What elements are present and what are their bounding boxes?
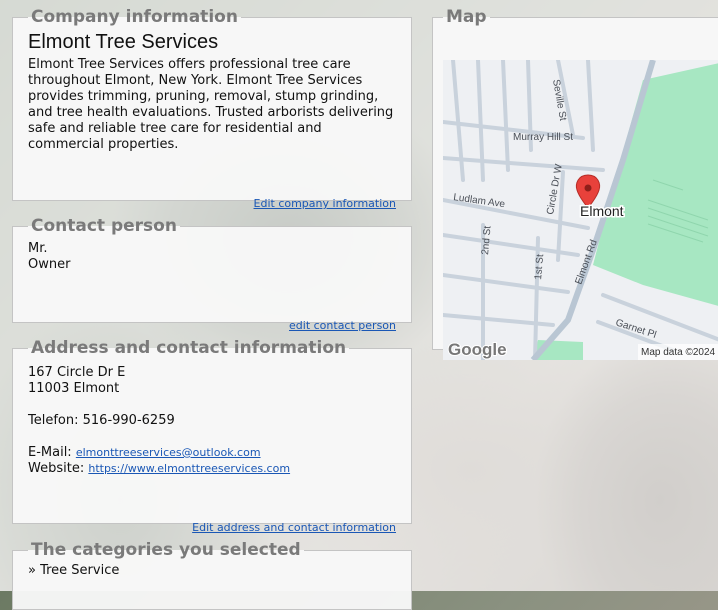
phone-label: Telefon: (28, 413, 79, 428)
map-canvas[interactable]: Seville St Murray Hill St Circle Dr W Lu… (443, 60, 718, 360)
website-line: Website: https://www.elmonttreeservices.… (28, 461, 396, 477)
google-logo: Google (448, 340, 507, 359)
company-description: Elmont Tree Services offers professional… (28, 57, 394, 152)
categories-legend: The categories you selected (31, 540, 301, 560)
map-legend: Map (446, 7, 487, 27)
address-zip-city: 11003 Elmont (28, 381, 120, 396)
address-street: 167 Circle Dr E (28, 365, 126, 380)
contact-role: Owner (28, 257, 71, 272)
contact-salutation: Mr. (28, 241, 48, 256)
categories-section: The categories you selected » Tree Servi… (12, 540, 412, 610)
edit-address-contact-link[interactable]: Edit address and contact information (192, 521, 396, 534)
map-section: Map Seville St Murray Hill St Circle Dr … (432, 7, 718, 360)
email-link[interactable]: elmonttreeservices@outlook.com (76, 446, 261, 459)
phone-value: 516-990-6259 (82, 413, 175, 428)
company-information-legend: Company information (31, 7, 238, 27)
contact-person-section: Contact person Mr. Owner edit contact pe… (12, 216, 412, 332)
map-attribution[interactable]: Map data ©2024 (641, 347, 716, 358)
edit-contact-person-link[interactable]: edit contact person (289, 319, 396, 332)
company-information-section: Company information Elmont Tree Services… (12, 7, 412, 210)
email-line: E-Mail: elmonttreeservices@outlook.com (28, 445, 396, 461)
website-label: Website: (28, 461, 85, 476)
phone-line: Telefon: 516-990-6259 (28, 413, 396, 429)
contact-person-legend: Contact person (31, 216, 177, 236)
website-link[interactable]: https://www.elmonttreeservices.com (88, 462, 290, 475)
category-item: » Tree Service (28, 563, 120, 578)
address-contact-legend: Address and contact information (31, 338, 347, 358)
company-name: Elmont Tree Services (28, 31, 219, 53)
address-contact-section: Address and contact information 167 Circ… (12, 338, 412, 534)
street-label-murray: Murray Hill St (513, 132, 573, 143)
email-label: E-Mail: (28, 445, 72, 460)
map-view[interactable]: Seville St Murray Hill St Circle Dr W Lu… (443, 60, 718, 360)
edit-company-information-link[interactable]: Edit company information (254, 197, 396, 210)
map-place-label: Elmont (580, 203, 624, 219)
street-label-first: 1st St (533, 254, 546, 281)
